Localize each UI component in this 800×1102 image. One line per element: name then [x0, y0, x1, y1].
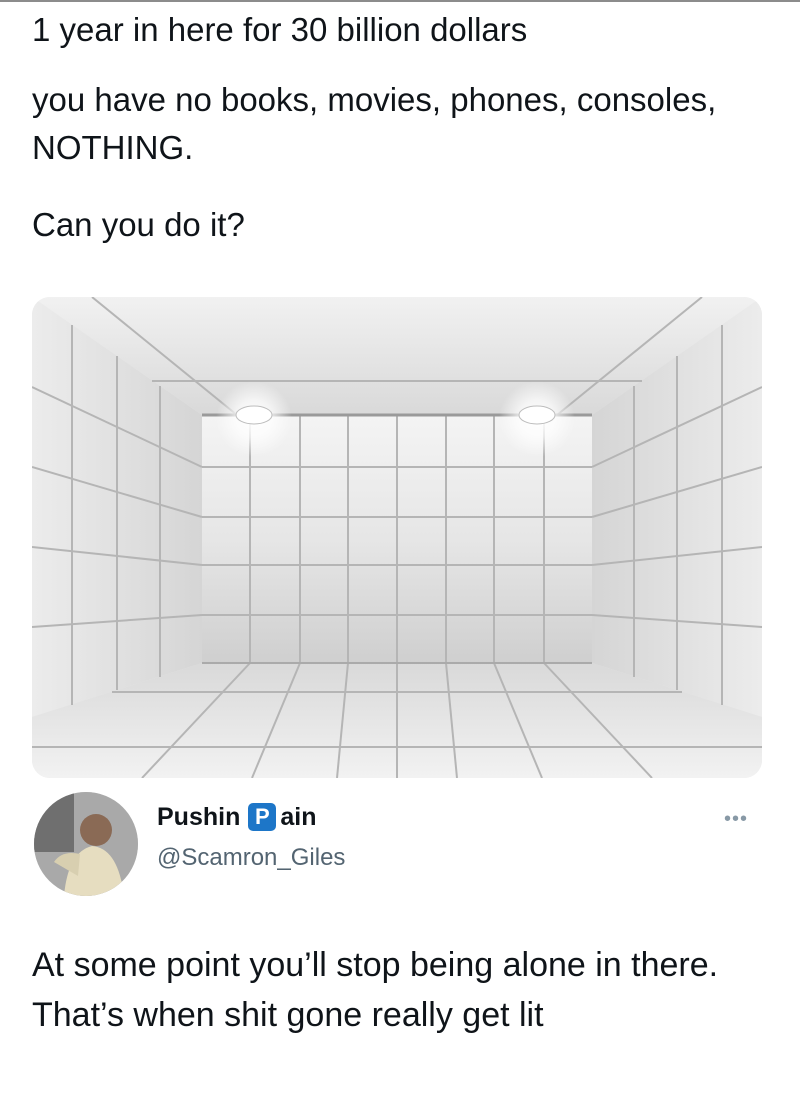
- display-name-prefix: Pushin: [157, 803, 241, 831]
- reply-display-name[interactable]: Pushin P ain: [157, 800, 316, 834]
- tweet-line-2: you have no books, movies, phones, conso…: [32, 81, 717, 166]
- parking-p-emoji: P: [248, 803, 277, 831]
- more-horizontal-icon[interactable]: •••: [724, 808, 748, 831]
- tweet-line-3: Can you do it?: [32, 206, 245, 243]
- avatar-photo: [34, 792, 138, 896]
- reply-text: At some point you’ll stop being alone in…: [32, 946, 719, 1034]
- top-divider: [0, 0, 800, 2]
- tweet-line-1: 1 year in here for 30 billion dollars: [32, 11, 528, 48]
- padded-room-illustration: [32, 297, 762, 778]
- display-name-suffix: ain: [280, 803, 317, 831]
- reply-avatar[interactable]: [34, 792, 138, 896]
- tweet-image-padded-room[interactable]: [32, 297, 762, 778]
- reply-handle[interactable]: @Scamron_Giles: [157, 842, 345, 874]
